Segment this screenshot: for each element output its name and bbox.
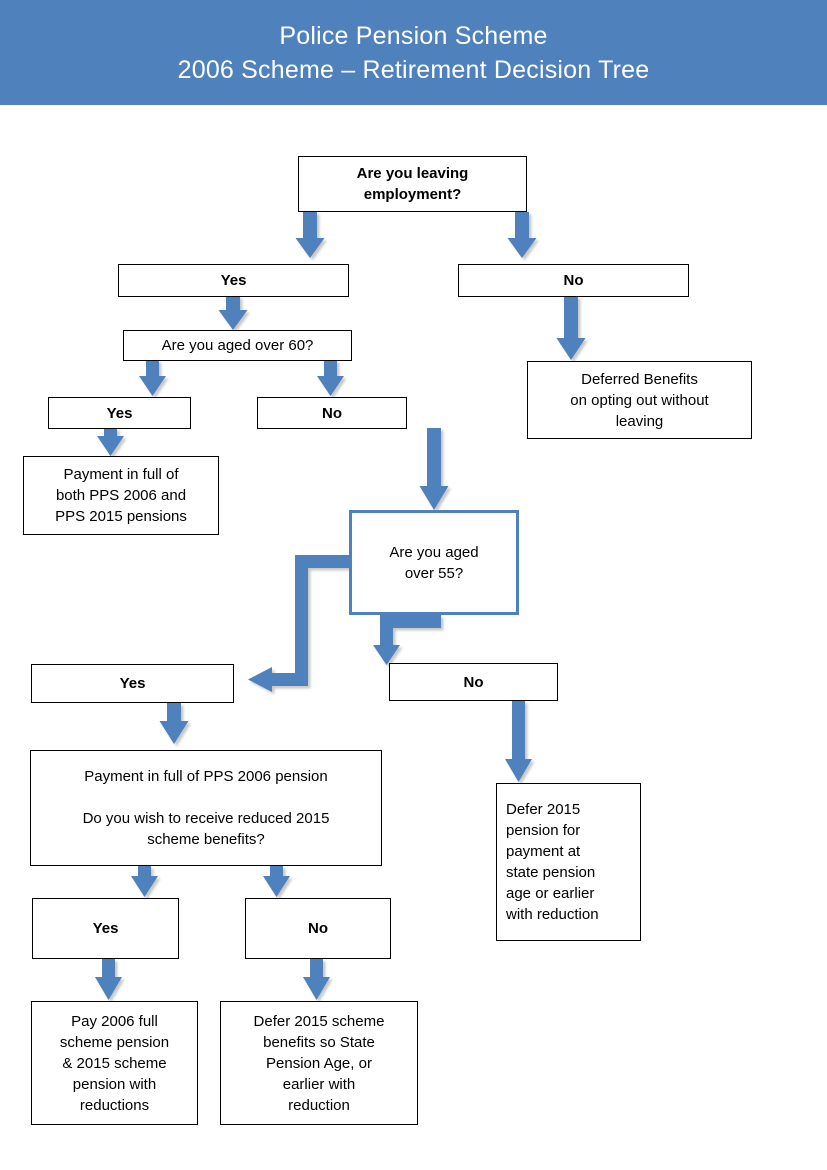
- node-defer-2015-scheme-benefits-spa[interactable]: Defer 2015 scheme benefits so State Pens…: [220, 1001, 418, 1125]
- node-payment-full-2006-reduced-2015-question[interactable]: Payment in full of PPS 2006 pension Do y…: [30, 750, 382, 866]
- edge-yes-to-over60: [218, 296, 248, 330]
- edge-reduced2015-to-yes: [131, 866, 158, 897]
- edge-over55no-to-defer2015: [505, 701, 532, 782]
- node-over60-no[interactable]: No: [257, 397, 407, 429]
- edge-reduced2015-to-no: [263, 866, 290, 897]
- node-deferred-benefits-opting-out[interactable]: Deferred Benefits on opting out without …: [527, 361, 752, 439]
- edge-over60-to-no: [317, 360, 344, 396]
- edge-leaving-to-no: [507, 212, 537, 258]
- edge-over55-to-no: [373, 615, 441, 665]
- edge-reducedno-to-defer2015scheme: [303, 959, 330, 1000]
- edge-no-to-deferred: [556, 296, 586, 360]
- node-are-you-aged-over-60[interactable]: Are you aged over 60?: [123, 330, 352, 361]
- node-are-you-leaving-employment[interactable]: Are you leaving employment?: [298, 156, 527, 212]
- edge-leaving-to-yes: [295, 212, 325, 258]
- node-leaving-no[interactable]: No: [458, 264, 689, 297]
- node-reduced2015-no[interactable]: No: [245, 898, 391, 959]
- node-over55-yes[interactable]: Yes: [31, 664, 234, 703]
- node-are-you-aged-over-55[interactable]: Are you aged over 55?: [349, 510, 519, 615]
- edge-over55-to-yes: [248, 555, 351, 692]
- node-pay-2006-full-and-2015-with-reductions[interactable]: Pay 2006 full scheme pension & 2015 sche…: [31, 1001, 198, 1125]
- node-defer-2015-pension-state-pension-age[interactable]: Defer 2015 pension for payment at state …: [496, 783, 641, 941]
- edge-reducedyes-to-pay2006: [95, 959, 122, 1000]
- node-over55-no[interactable]: No: [389, 663, 558, 701]
- edge-over60-to-yes: [139, 360, 166, 396]
- edge-over60no-to-over55: [419, 428, 449, 510]
- edge-over60yes-to-paypension: [97, 428, 124, 456]
- node-reduced2015-yes[interactable]: Yes: [32, 898, 179, 959]
- node-payment-in-full-both-pensions[interactable]: Payment in full of both PPS 2006 and PPS…: [23, 456, 219, 535]
- edge-over55yes-to-reduced2015: [159, 703, 189, 744]
- node-leaving-yes[interactable]: Yes: [118, 264, 349, 297]
- node-over60-yes[interactable]: Yes: [48, 397, 191, 429]
- decision-tree-diagram: Are you leaving employment? Yes No Are y…: [0, 0, 827, 1170]
